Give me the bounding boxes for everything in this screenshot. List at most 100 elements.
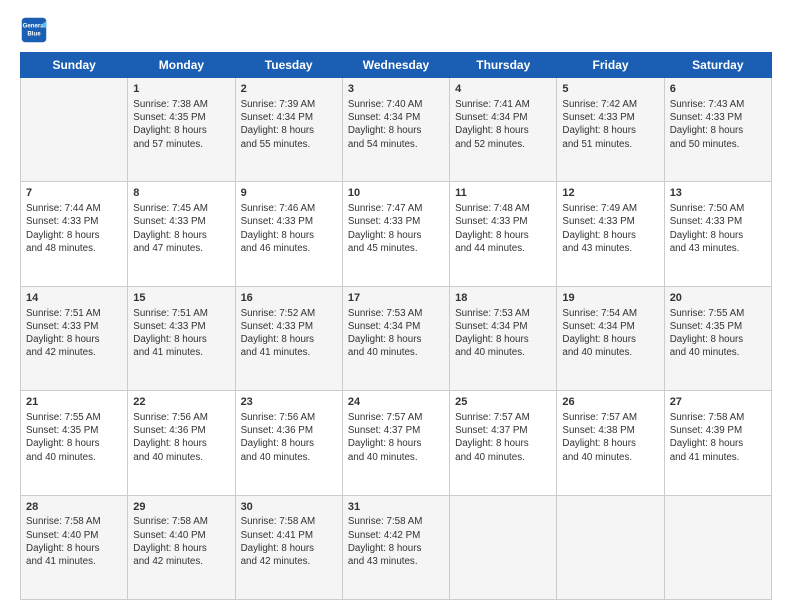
calendar-cell: 15Sunrise: 7:51 AM Sunset: 4:33 PM Dayli… [128, 286, 235, 390]
day-number: 17 [348, 291, 444, 306]
day-number: 24 [348, 395, 444, 410]
calendar-cell: 14Sunrise: 7:51 AM Sunset: 4:33 PM Dayli… [21, 286, 128, 390]
calendar-body: 1Sunrise: 7:38 AM Sunset: 4:35 PM Daylig… [21, 78, 772, 600]
calendar-cell: 5Sunrise: 7:42 AM Sunset: 4:33 PM Daylig… [557, 78, 664, 182]
day-number: 10 [348, 186, 444, 201]
calendar-cell: 18Sunrise: 7:53 AM Sunset: 4:34 PM Dayli… [450, 286, 557, 390]
day-number: 1 [133, 82, 229, 97]
cell-content: Sunrise: 7:53 AM Sunset: 4:34 PM Dayligh… [348, 307, 444, 360]
cell-content: Sunrise: 7:58 AM Sunset: 4:41 PM Dayligh… [241, 515, 337, 568]
cell-content: Sunrise: 7:51 AM Sunset: 4:33 PM Dayligh… [133, 307, 229, 360]
day-number: 6 [670, 82, 766, 97]
cell-content: Sunrise: 7:52 AM Sunset: 4:33 PM Dayligh… [241, 307, 337, 360]
calendar-cell: 27Sunrise: 7:58 AM Sunset: 4:39 PM Dayli… [664, 391, 771, 495]
calendar-cell: 1Sunrise: 7:38 AM Sunset: 4:35 PM Daylig… [128, 78, 235, 182]
days-header-row: SundayMondayTuesdayWednesdayThursdayFrid… [21, 53, 772, 78]
cell-content: Sunrise: 7:40 AM Sunset: 4:34 PM Dayligh… [348, 98, 444, 151]
day-number: 23 [241, 395, 337, 410]
cell-content: Sunrise: 7:41 AM Sunset: 4:34 PM Dayligh… [455, 98, 551, 151]
day-number: 31 [348, 500, 444, 515]
week-row-0: 1Sunrise: 7:38 AM Sunset: 4:35 PM Daylig… [21, 78, 772, 182]
calendar-cell: 11Sunrise: 7:48 AM Sunset: 4:33 PM Dayli… [450, 182, 557, 286]
day-number: 27 [670, 395, 766, 410]
calendar-cell: 20Sunrise: 7:55 AM Sunset: 4:35 PM Dayli… [664, 286, 771, 390]
day-number: 22 [133, 395, 229, 410]
day-number: 16 [241, 291, 337, 306]
day-number: 9 [241, 186, 337, 201]
day-number: 4 [455, 82, 551, 97]
calendar-cell: 8Sunrise: 7:45 AM Sunset: 4:33 PM Daylig… [128, 182, 235, 286]
cell-content: Sunrise: 7:43 AM Sunset: 4:33 PM Dayligh… [670, 98, 766, 151]
logo: General Blue [20, 16, 52, 44]
cell-content: Sunrise: 7:58 AM Sunset: 4:42 PM Dayligh… [348, 515, 444, 568]
day-number: 5 [562, 82, 658, 97]
calendar-cell: 7Sunrise: 7:44 AM Sunset: 4:33 PM Daylig… [21, 182, 128, 286]
cell-content: Sunrise: 7:51 AM Sunset: 4:33 PM Dayligh… [26, 307, 122, 360]
calendar-header: SundayMondayTuesdayWednesdayThursdayFrid… [21, 53, 772, 78]
calendar-cell: 12Sunrise: 7:49 AM Sunset: 4:33 PM Dayli… [557, 182, 664, 286]
day-number: 26 [562, 395, 658, 410]
cell-content: Sunrise: 7:58 AM Sunset: 4:40 PM Dayligh… [133, 515, 229, 568]
cell-content: Sunrise: 7:50 AM Sunset: 4:33 PM Dayligh… [670, 202, 766, 255]
day-number: 28 [26, 500, 122, 515]
day-header-friday: Friday [557, 53, 664, 78]
calendar-cell: 17Sunrise: 7:53 AM Sunset: 4:34 PM Dayli… [342, 286, 449, 390]
calendar-cell: 16Sunrise: 7:52 AM Sunset: 4:33 PM Dayli… [235, 286, 342, 390]
calendar-cell: 2Sunrise: 7:39 AM Sunset: 4:34 PM Daylig… [235, 78, 342, 182]
svg-text:Blue: Blue [27, 30, 41, 37]
day-number: 20 [670, 291, 766, 306]
cell-content: Sunrise: 7:56 AM Sunset: 4:36 PM Dayligh… [133, 411, 229, 464]
cell-content: Sunrise: 7:56 AM Sunset: 4:36 PM Dayligh… [241, 411, 337, 464]
cell-content: Sunrise: 7:46 AM Sunset: 4:33 PM Dayligh… [241, 202, 337, 255]
week-row-1: 7Sunrise: 7:44 AM Sunset: 4:33 PM Daylig… [21, 182, 772, 286]
cell-content: Sunrise: 7:49 AM Sunset: 4:33 PM Dayligh… [562, 202, 658, 255]
calendar-cell [557, 495, 664, 599]
logo-icon: General Blue [20, 16, 48, 44]
day-header-sunday: Sunday [21, 53, 128, 78]
cell-content: Sunrise: 7:55 AM Sunset: 4:35 PM Dayligh… [26, 411, 122, 464]
day-number: 7 [26, 186, 122, 201]
cell-content: Sunrise: 7:38 AM Sunset: 4:35 PM Dayligh… [133, 98, 229, 151]
calendar-cell: 6Sunrise: 7:43 AM Sunset: 4:33 PM Daylig… [664, 78, 771, 182]
calendar-cell [450, 495, 557, 599]
cell-content: Sunrise: 7:57 AM Sunset: 4:37 PM Dayligh… [455, 411, 551, 464]
cell-content: Sunrise: 7:47 AM Sunset: 4:33 PM Dayligh… [348, 202, 444, 255]
day-number: 19 [562, 291, 658, 306]
cell-content: Sunrise: 7:55 AM Sunset: 4:35 PM Dayligh… [670, 307, 766, 360]
header: General Blue [20, 16, 772, 44]
cell-content: Sunrise: 7:58 AM Sunset: 4:39 PM Dayligh… [670, 411, 766, 464]
day-number: 3 [348, 82, 444, 97]
calendar-cell: 10Sunrise: 7:47 AM Sunset: 4:33 PM Dayli… [342, 182, 449, 286]
calendar-cell: 30Sunrise: 7:58 AM Sunset: 4:41 PM Dayli… [235, 495, 342, 599]
week-row-2: 14Sunrise: 7:51 AM Sunset: 4:33 PM Dayli… [21, 286, 772, 390]
calendar-cell: 25Sunrise: 7:57 AM Sunset: 4:37 PM Dayli… [450, 391, 557, 495]
day-number: 13 [670, 186, 766, 201]
calendar-cell: 21Sunrise: 7:55 AM Sunset: 4:35 PM Dayli… [21, 391, 128, 495]
calendar-cell [21, 78, 128, 182]
day-number: 14 [26, 291, 122, 306]
day-number: 18 [455, 291, 551, 306]
calendar-cell: 3Sunrise: 7:40 AM Sunset: 4:34 PM Daylig… [342, 78, 449, 182]
day-number: 30 [241, 500, 337, 515]
calendar-cell: 28Sunrise: 7:58 AM Sunset: 4:40 PM Dayli… [21, 495, 128, 599]
day-header-tuesday: Tuesday [235, 53, 342, 78]
cell-content: Sunrise: 7:58 AM Sunset: 4:40 PM Dayligh… [26, 515, 122, 568]
day-number: 21 [26, 395, 122, 410]
page: General Blue SundayMondayTuesdayWednesda… [0, 0, 792, 612]
cell-content: Sunrise: 7:42 AM Sunset: 4:33 PM Dayligh… [562, 98, 658, 151]
calendar-cell: 9Sunrise: 7:46 AM Sunset: 4:33 PM Daylig… [235, 182, 342, 286]
day-number: 8 [133, 186, 229, 201]
cell-content: Sunrise: 7:45 AM Sunset: 4:33 PM Dayligh… [133, 202, 229, 255]
day-header-wednesday: Wednesday [342, 53, 449, 78]
day-number: 2 [241, 82, 337, 97]
calendar-cell [664, 495, 771, 599]
day-header-thursday: Thursday [450, 53, 557, 78]
day-number: 12 [562, 186, 658, 201]
cell-content: Sunrise: 7:57 AM Sunset: 4:37 PM Dayligh… [348, 411, 444, 464]
day-number: 29 [133, 500, 229, 515]
cell-content: Sunrise: 7:54 AM Sunset: 4:34 PM Dayligh… [562, 307, 658, 360]
week-row-4: 28Sunrise: 7:58 AM Sunset: 4:40 PM Dayli… [21, 495, 772, 599]
cell-content: Sunrise: 7:53 AM Sunset: 4:34 PM Dayligh… [455, 307, 551, 360]
calendar-cell: 22Sunrise: 7:56 AM Sunset: 4:36 PM Dayli… [128, 391, 235, 495]
cell-content: Sunrise: 7:39 AM Sunset: 4:34 PM Dayligh… [241, 98, 337, 151]
